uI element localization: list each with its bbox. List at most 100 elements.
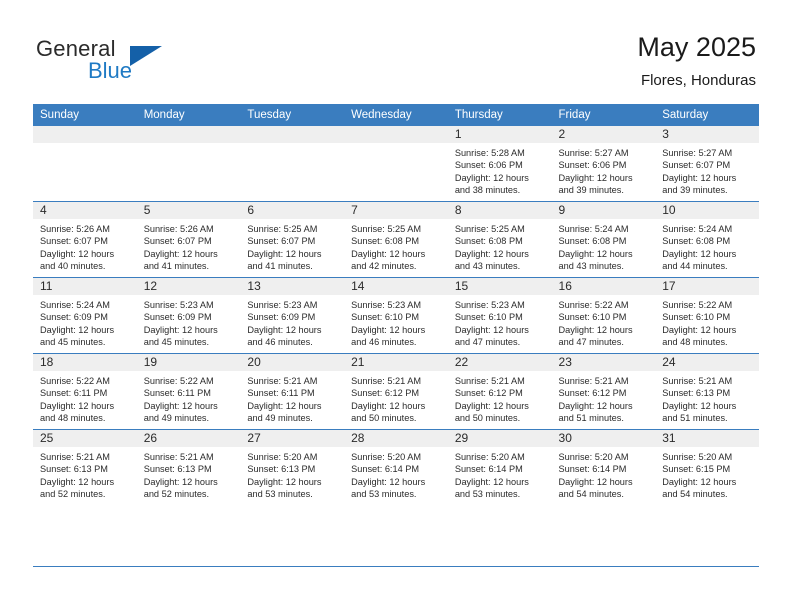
- sunrise-text: Sunrise: 5:20 AM: [351, 452, 422, 462]
- calendar-day-cell[interactable]: 31 Sunrise: 5:20 AM Sunset: 6:15 PM Dayligh…: [655, 429, 759, 505]
- calendar-day-cell[interactable]: 22 Sunrise: 5:21 AM Sunset: 6:12 PM Dayligh…: [447, 353, 552, 430]
- day-details: Sunrise: 5:26 AM Sunset: 6:07 PM Daylight:…: [137, 219, 241, 272]
- weekday-header-tuesday: Tuesday: [240, 104, 345, 126]
- calendar-day-cell[interactable]: 19 Sunrise: 5:22 AM Sunset: 6:11 PM Dayligh…: [136, 353, 241, 430]
- calendar-day-cell[interactable]: 15 Sunrise: 5:23 AM Sunset: 6:10 PM Dayligh…: [447, 277, 552, 354]
- calendar-day-cell[interactable]: 4 Sunrise: 5:26 AM Sunset: 6:07 PM Daylight…: [33, 201, 137, 278]
- daylight-text: Daylight: 12 hours and 49 minutes.: [143, 400, 218, 423]
- daylight-text: Daylight: 12 hours and 40 minutes.: [40, 248, 115, 271]
- sunrise-text: Sunrise: 5:21 AM: [558, 376, 629, 386]
- day-number: 29: [447, 430, 552, 447]
- calendar-grid: Sunday Monday Tuesday Wednesday Thursday…: [33, 104, 759, 505]
- calendar-day-cell[interactable]: 16 Sunrise: 5:22 AM Sunset: 6:10 PM Dayligh…: [551, 277, 656, 354]
- sunrise-text: Sunrise: 5:20 AM: [662, 452, 733, 462]
- calendar-day-cell[interactable]: 29 Sunrise: 5:20 AM Sunset: 6:14 PM Dayligh…: [447, 429, 552, 505]
- daylight-text: Daylight: 12 hours and 53 minutes.: [351, 476, 426, 499]
- day-details: Sunrise: 5:24 AM Sunset: 6:08 PM Daylight:…: [655, 219, 759, 272]
- day-number: 26: [136, 430, 241, 447]
- day-number: 5: [136, 202, 241, 219]
- calendar-day-cell[interactable]: 14 Sunrise: 5:23 AM Sunset: 6:10 PM Dayligh…: [344, 277, 448, 354]
- weekday-header-friday: Friday: [551, 104, 656, 126]
- calendar-bottom-rule: [33, 566, 759, 567]
- calendar-day-cell[interactable]: 8 Sunrise: 5:25 AM Sunset: 6:08 PM Daylight…: [447, 201, 552, 278]
- sunrise-text: Sunrise: 5:21 AM: [40, 452, 110, 462]
- sunrise-text: Sunrise: 5:25 AM: [454, 224, 525, 234]
- calendar-day-cell[interactable]: 21 Sunrise: 5:21 AM Sunset: 6:12 PM Dayligh…: [344, 353, 448, 430]
- calendar-day-cell[interactable]: 1 Sunrise: 5:28 AM Sunset: 6:06 PM Daylight…: [447, 126, 552, 202]
- day-number: 30: [551, 430, 656, 447]
- general-blue-logo[interactable]: General Blue: [36, 36, 216, 88]
- calendar-day-cell[interactable]: 28 Sunrise: 5:20 AM Sunset: 6:14 PM Dayligh…: [344, 429, 448, 505]
- daylight-text: Daylight: 12 hours and 47 minutes.: [558, 324, 633, 347]
- sunset-text: Sunset: 6:09 PM: [247, 312, 316, 323]
- daylight-text: Daylight: 12 hours and 46 minutes.: [247, 324, 322, 347]
- calendar-day-cell[interactable]: 9 Sunrise: 5:24 AM Sunset: 6:08 PM Daylight…: [551, 201, 656, 278]
- daylight-text: Daylight: 12 hours and 41 minutes.: [143, 248, 218, 271]
- day-details: Sunrise: 5:27 AM Sunset: 6:06 PM Daylight:…: [552, 143, 656, 196]
- calendar-day-cell[interactable]: 13 Sunrise: 5:23 AM Sunset: 6:09 PM Dayligh…: [240, 277, 345, 354]
- sunset-text: Sunset: 6:13 PM: [662, 388, 731, 399]
- day-number: 17: [655, 278, 759, 295]
- daylight-text: Daylight: 12 hours and 54 minutes.: [662, 476, 737, 499]
- day-number: [344, 126, 448, 143]
- daylight-text: Daylight: 12 hours and 50 minutes.: [454, 400, 529, 423]
- daylight-text: Daylight: 12 hours and 53 minutes.: [454, 476, 529, 499]
- day-number: 6: [240, 202, 345, 219]
- daylight-text: Daylight: 12 hours and 39 minutes.: [662, 172, 737, 195]
- calendar-day-cell[interactable]: 6 Sunrise: 5:25 AM Sunset: 6:07 PM Daylight…: [240, 201, 345, 278]
- day-number: 31: [655, 430, 759, 447]
- day-number: 27: [240, 430, 345, 447]
- sunrise-text: Sunrise: 5:21 AM: [351, 376, 422, 386]
- day-number: 9: [551, 202, 656, 219]
- calendar-day-cell[interactable]: 18 Sunrise: 5:22 AM Sunset: 6:11 PM Dayligh…: [33, 353, 137, 430]
- sunset-text: Sunset: 6:11 PM: [143, 388, 211, 399]
- calendar-week-row: 1 Sunrise: 5:28 AM Sunset: 6:06 PM Daylight…: [33, 126, 759, 202]
- day-details: Sunrise: 5:24 AM Sunset: 6:09 PM Daylight:…: [33, 295, 137, 348]
- day-details: Sunrise: 5:21 AM Sunset: 6:13 PM Daylight:…: [33, 447, 137, 500]
- calendar-day-cell[interactable]: 20 Sunrise: 5:21 AM Sunset: 6:11 PM Dayligh…: [240, 353, 345, 430]
- sunset-text: Sunset: 6:09 PM: [143, 312, 212, 323]
- calendar-day-cell[interactable]: 7 Sunrise: 5:25 AM Sunset: 6:08 PM Daylight…: [344, 201, 448, 278]
- daylight-text: Daylight: 12 hours and 48 minutes.: [40, 400, 115, 423]
- calendar-day-cell[interactable]: 12 Sunrise: 5:23 AM Sunset: 6:09 PM Dayligh…: [136, 277, 241, 354]
- day-details: Sunrise: 5:26 AM Sunset: 6:07 PM Daylight:…: [33, 219, 137, 272]
- sunset-text: Sunset: 6:10 PM: [662, 312, 731, 323]
- daylight-text: Daylight: 12 hours and 50 minutes.: [351, 400, 426, 423]
- calendar-day-cell[interactable]: 24 Sunrise: 5:21 AM Sunset: 6:13 PM Dayligh…: [655, 353, 759, 430]
- calendar-day-cell[interactable]: 23 Sunrise: 5:21 AM Sunset: 6:12 PM Dayligh…: [551, 353, 656, 430]
- sunset-text: Sunset: 6:12 PM: [558, 388, 627, 399]
- sunrise-text: Sunrise: 5:21 AM: [247, 376, 318, 386]
- calendar-day-cell[interactable]: 5 Sunrise: 5:26 AM Sunset: 6:07 PM Daylight…: [136, 201, 241, 278]
- sunrise-text: Sunrise: 5:20 AM: [247, 452, 318, 462]
- sunset-text: Sunset: 6:10 PM: [351, 312, 420, 323]
- sunrise-text: Sunrise: 5:22 AM: [40, 376, 110, 386]
- sunrise-text: Sunrise: 5:24 AM: [662, 224, 733, 234]
- day-details: Sunrise: 5:23 AM Sunset: 6:10 PM Daylight:…: [448, 295, 552, 348]
- calendar-day-cell[interactable]: 11 Sunrise: 5:24 AM Sunset: 6:09 PM Dayligh…: [33, 277, 137, 354]
- day-number: 2: [551, 126, 656, 143]
- day-number: 12: [136, 278, 241, 295]
- calendar-day-cell[interactable]: 30 Sunrise: 5:20 AM Sunset: 6:14 PM Dayligh…: [551, 429, 656, 505]
- day-number: 8: [447, 202, 552, 219]
- daylight-text: Daylight: 12 hours and 52 minutes.: [143, 476, 218, 499]
- day-details: Sunrise: 5:21 AM Sunset: 6:13 PM Daylight:…: [137, 447, 241, 500]
- day-number: 3: [655, 126, 759, 143]
- sunrise-text: Sunrise: 5:28 AM: [454, 148, 525, 158]
- weekday-header-sunday: Sunday: [33, 104, 137, 126]
- weekday-header-saturday: Saturday: [655, 104, 759, 126]
- calendar-day-cell[interactable]: 17 Sunrise: 5:22 AM Sunset: 6:10 PM Dayligh…: [655, 277, 759, 354]
- calendar-day-cell[interactable]: 27 Sunrise: 5:20 AM Sunset: 6:13 PM Dayligh…: [240, 429, 345, 505]
- calendar-day-cell[interactable]: 3 Sunrise: 5:27 AM Sunset: 6:07 PM Daylight…: [655, 126, 759, 202]
- calendar-day-cell[interactable]: 25 Sunrise: 5:21 AM Sunset: 6:13 PM Dayligh…: [33, 429, 137, 505]
- calendar-week-row: 4 Sunrise: 5:26 AM Sunset: 6:07 PM Daylight…: [33, 201, 759, 278]
- day-number: 24: [655, 354, 759, 371]
- calendar-day-cell[interactable]: 26 Sunrise: 5:21 AM Sunset: 6:13 PM Dayligh…: [136, 429, 241, 505]
- daylight-text: Daylight: 12 hours and 53 minutes.: [247, 476, 322, 499]
- sunset-text: Sunset: 6:08 PM: [662, 236, 731, 247]
- calendar-day-cell[interactable]: 2 Sunrise: 5:27 AM Sunset: 6:06 PM Daylight…: [551, 126, 656, 202]
- sunset-text: Sunset: 6:14 PM: [454, 464, 523, 475]
- sunset-text: Sunset: 6:14 PM: [351, 464, 420, 475]
- logo-text-blue: Blue: [88, 58, 133, 83]
- title-block: May 2025 Flores, Honduras: [637, 30, 756, 92]
- calendar-day-cell[interactable]: 10 Sunrise: 5:24 AM Sunset: 6:08 PM Dayligh…: [655, 201, 759, 278]
